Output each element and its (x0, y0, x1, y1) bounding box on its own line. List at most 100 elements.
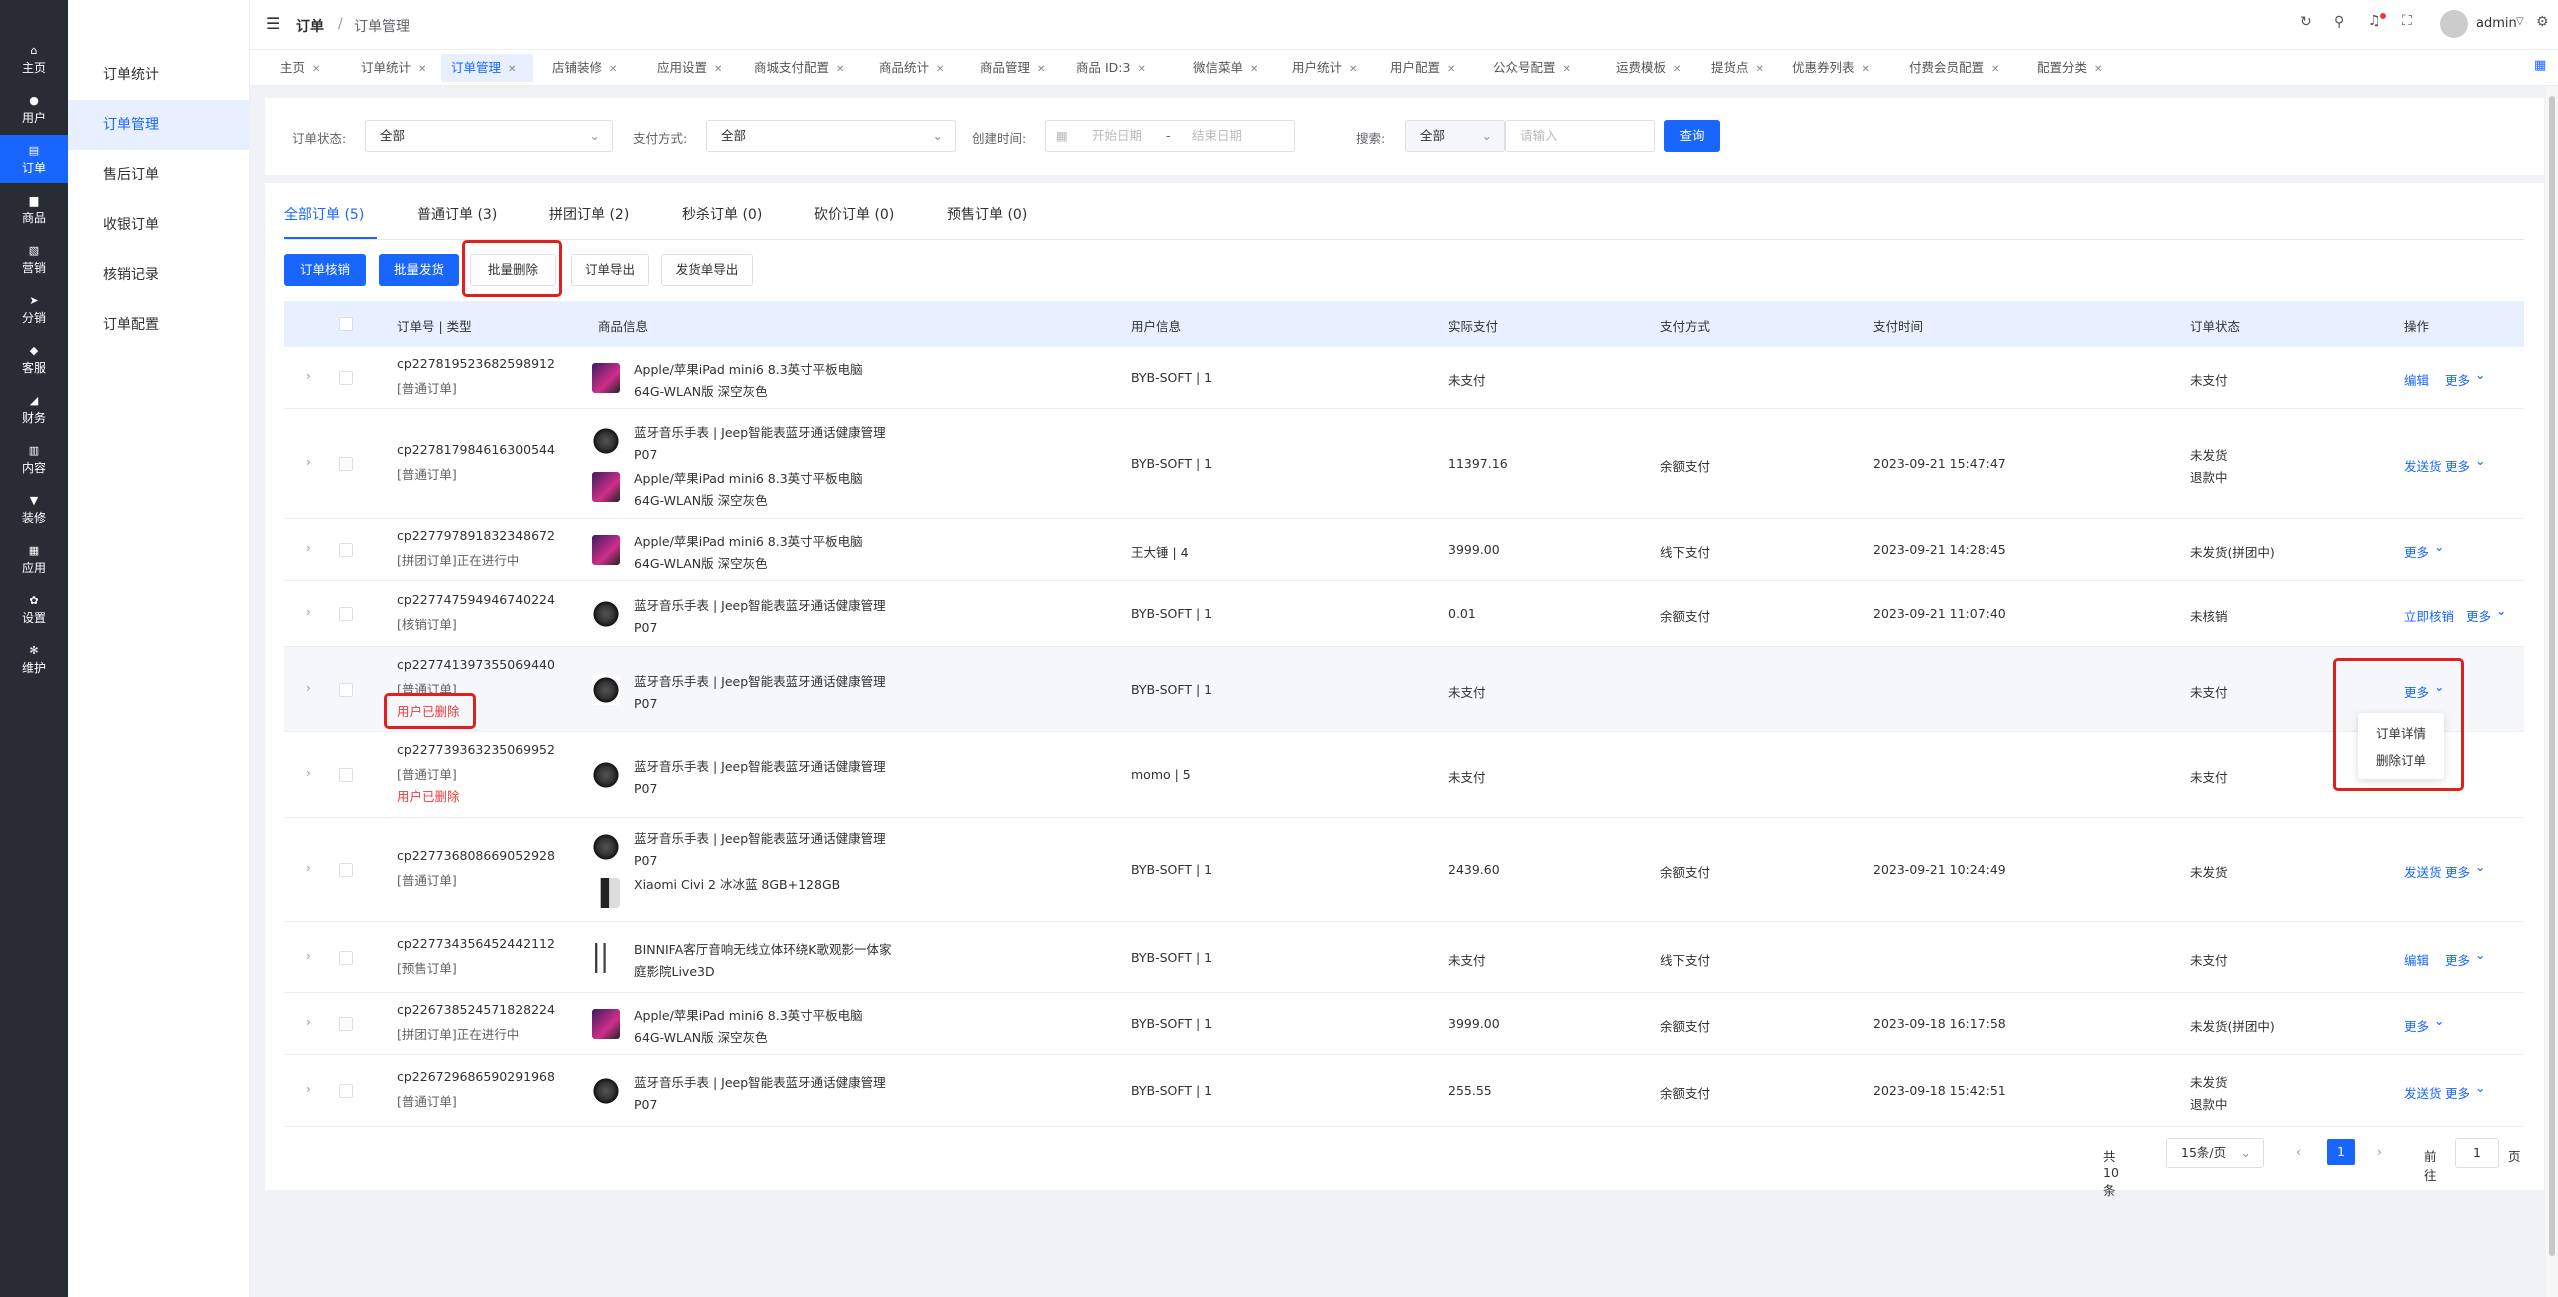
sidebar-item-finance[interactable]: ◢ 财务 (0, 385, 68, 433)
row-checkbox[interactable] (339, 543, 353, 557)
more-dropdown-button[interactable]: 更多 (2404, 542, 2429, 561)
tab-item[interactable]: 配置分类 ✕ (2027, 54, 2107, 82)
tab-item[interactable]: 商品统计 ✕ (869, 54, 957, 82)
op-button[interactable]: 编辑 (2404, 370, 2429, 389)
expand-icon[interactable]: › (306, 369, 311, 383)
table-row[interactable]: › cp227797891832348672 [拼团订单]正在进行中 Apple/苹果… (284, 519, 2524, 581)
sidebar-item-service[interactable]: ◆ 客服 (0, 335, 68, 383)
close-icon[interactable]: ✕ (1673, 64, 1681, 75)
expand-icon[interactable]: › (306, 861, 311, 875)
tab-item[interactable]: 用户统计 ✕ (1282, 54, 1368, 82)
expand-icon[interactable]: › (306, 949, 311, 963)
chevron-down-icon[interactable]: ▽ (2516, 16, 2524, 27)
expand-icon[interactable]: › (306, 766, 311, 780)
order-type-tab[interactable]: 预售订单 (0) (947, 204, 1027, 224)
action-button[interactable]: 批量发货 (379, 254, 459, 286)
tab-item[interactable]: 微信菜单 ✕ (1183, 54, 1267, 82)
tab-item[interactable]: 主页 ✕ (270, 54, 334, 82)
breadcrumb-root[interactable]: 订单 (296, 16, 324, 36)
prev-page-icon[interactable]: ‹ (2296, 1144, 2301, 1159)
more-dropdown-button[interactable]: 更多 (2445, 370, 2470, 389)
tab-item[interactable]: 商品管理 ✕ (970, 54, 1054, 82)
next-page-icon[interactable]: › (2377, 1144, 2382, 1159)
order-type-tab[interactable]: 全部订单 (5) (284, 204, 364, 224)
expand-icon[interactable]: › (306, 1082, 311, 1096)
close-icon[interactable]: ✕ (1991, 64, 1999, 75)
op-button[interactable]: 发送货 (2404, 862, 2442, 881)
expand-icon[interactable]: › (306, 1015, 311, 1029)
tab-item[interactable]: 商城支付配置 ✕ (744, 54, 858, 82)
sidebar-item-home[interactable]: ⌂ 主页 (0, 35, 68, 83)
tab-item[interactable]: 订单统计 ✕ (351, 54, 429, 82)
start-date-input[interactable]: 开始日期 (1092, 121, 1142, 151)
tab-item[interactable]: 公众号配置 ✕ (1483, 54, 1591, 82)
submenu-item[interactable]: 订单管理 (68, 100, 250, 150)
sidebar-item-maintain[interactable]: ✻ 维护 (0, 635, 68, 683)
action-button[interactable]: 订单核销 (284, 254, 366, 286)
order-status-select[interactable]: 全部 ⌄ (365, 120, 613, 152)
more-dropdown-button[interactable]: 更多 (2466, 606, 2491, 625)
close-icon[interactable]: ✕ (1250, 64, 1258, 75)
table-row[interactable]: › cp227819523682598912 [普通订单] Apple/苹果iPad … (284, 347, 2524, 409)
row-checkbox[interactable] (339, 682, 353, 697)
table-row[interactable]: › cp227736808669052928 [普通订单] 蓝牙音乐手表 | Jeep… (284, 818, 2524, 922)
sidebar-item-content[interactable]: ▥ 内容 (0, 435, 68, 483)
action-button[interactable]: 订单导出 (571, 254, 649, 286)
close-icon[interactable]: ✕ (836, 64, 844, 75)
tab-item[interactable]: 应用设置 ✕ (647, 54, 733, 82)
close-icon[interactable]: ✕ (1563, 64, 1571, 75)
tab-item[interactable]: 付费会员配置 ✕ (1899, 54, 2015, 82)
close-icon[interactable]: ✕ (1349, 64, 1357, 75)
order-type-tab[interactable]: 拼团订单 (2) (549, 204, 629, 224)
refresh-icon[interactable]: ↻ (2300, 14, 2312, 30)
search-type-select[interactable]: 全部 ⌄ (1405, 120, 1505, 152)
op-button[interactable]: 发送货 (2404, 456, 2442, 475)
search-input[interactable]: 请输入 (1505, 120, 1655, 152)
tab-item[interactable]: 订单管理 ✕ (441, 54, 533, 82)
row-checkbox[interactable] (339, 607, 353, 621)
expand-icon[interactable]: › (306, 455, 311, 469)
date-range-picker[interactable]: ▦ 开始日期 - 结束日期 (1045, 120, 1295, 152)
table-row[interactable]: › cp226729686590291968 [普通订单] 蓝牙音乐手表 | Jeep… (284, 1055, 2524, 1127)
tab-item[interactable]: 店铺装修 ✕ (542, 54, 634, 82)
tab-item[interactable]: 优惠券列表 ✕ (1782, 54, 1886, 82)
order-type-tab[interactable]: 砍价订单 (0) (814, 204, 894, 224)
action-button[interactable]: 发货单导出 (661, 254, 753, 286)
row-checkbox[interactable] (339, 371, 353, 385)
close-icon[interactable]: ✕ (1756, 64, 1764, 75)
menu-toggle-icon[interactable]: ☰ (266, 14, 280, 33)
pay-method-select[interactable]: 全部 ⌄ (706, 120, 956, 152)
avatar[interactable] (2440, 10, 2468, 38)
close-icon[interactable]: ✕ (312, 64, 320, 75)
op-button[interactable]: 立即核销 (2404, 606, 2454, 625)
sidebar-item-settings[interactable]: ✿ 设置 (0, 585, 68, 633)
table-row[interactable]: › cp227817984616300544 [普通订单] 蓝牙音乐手表 | Jeep… (284, 409, 2524, 519)
close-icon[interactable]: ✕ (508, 64, 516, 75)
query-button[interactable]: 查询 (1664, 120, 1720, 152)
end-date-input[interactable]: 结束日期 (1192, 121, 1242, 151)
more-dropdown-button[interactable]: 更多 (2445, 1083, 2470, 1102)
fullscreen-icon[interactable]: ⛶ (2402, 13, 2412, 29)
close-icon[interactable]: ✕ (2094, 64, 2102, 75)
notification-icon[interactable]: ♫ (2368, 13, 2381, 29)
row-checkbox[interactable] (339, 1017, 353, 1031)
order-type-tab[interactable]: 秒杀订单 (0) (682, 204, 762, 224)
row-checkbox[interactable] (339, 768, 353, 782)
close-icon[interactable]: ✕ (1037, 64, 1045, 75)
sidebar-item-distribution[interactable]: ➤ 分销 (0, 285, 68, 333)
tab-item[interactable]: 运费模板 ✕ (1606, 54, 1686, 82)
table-row[interactable]: › cp226738524571828224 [拼团订单]正在进行中 Apple/苹果… (284, 993, 2524, 1055)
row-checkbox[interactable] (339, 863, 353, 877)
sidebar-item-decorate[interactable]: ▼ 装修 (0, 485, 68, 533)
page-scrollbar[interactable] (2546, 86, 2558, 1297)
close-icon[interactable]: ✕ (1447, 64, 1455, 75)
expand-icon[interactable]: › (306, 681, 311, 695)
op-button[interactable]: 发送货 (2404, 1083, 2442, 1102)
close-icon[interactable]: ✕ (1137, 64, 1145, 75)
close-icon[interactable]: ✕ (936, 64, 944, 75)
user-name[interactable]: admin (2476, 16, 2517, 31)
table-row[interactable]: › cp227741397355069440 [普通订单] 用户已删除 蓝牙音乐手表 |… (284, 647, 2524, 732)
row-checkbox[interactable] (339, 950, 353, 965)
close-icon[interactable]: ✕ (714, 64, 722, 75)
more-dropdown-button[interactable]: 更多 (2404, 1016, 2429, 1035)
